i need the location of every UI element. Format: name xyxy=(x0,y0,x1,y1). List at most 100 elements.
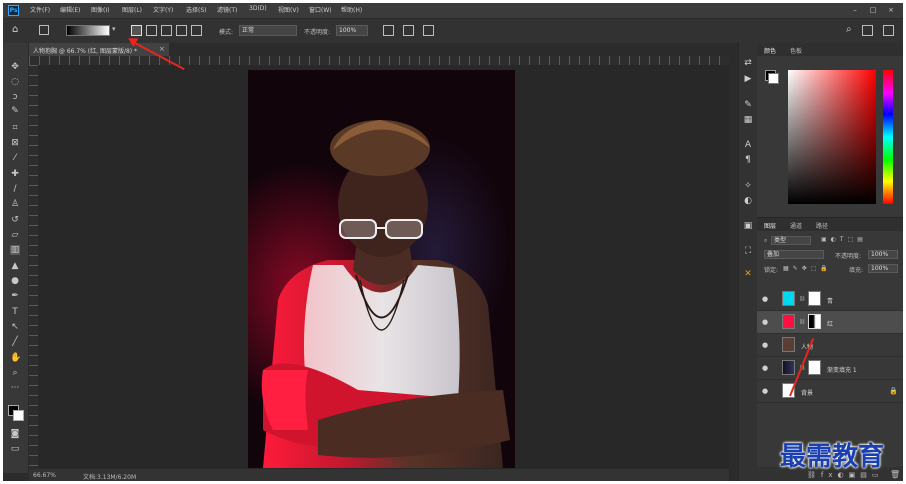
foreground-color-chip[interactable] xyxy=(768,73,779,84)
blend-mode-select[interactable]: 叠加 xyxy=(764,250,824,259)
layer-filter-icons[interactable]: ▣◐T⬚▤ xyxy=(821,236,867,243)
layer-mask-thumbnail[interactable] xyxy=(808,314,821,329)
gradient-picker[interactable] xyxy=(66,25,110,36)
zoom-level[interactable]: 66.67% xyxy=(33,472,56,479)
brush-tool-icon[interactable]: ∕ xyxy=(10,184,20,194)
hue-slider[interactable] xyxy=(883,70,893,204)
chevron-down-icon[interactable]: ▾ xyxy=(112,25,116,33)
brushes-panel-icon[interactable]: ▦ xyxy=(743,115,753,125)
hand-tool-icon[interactable]: ✋ xyxy=(10,353,21,363)
menu-view[interactable]: 视图(V) xyxy=(278,5,299,14)
mode-select[interactable]: 正常 xyxy=(239,25,297,36)
3d-panel-icon[interactable]: ⛶ xyxy=(743,246,753,256)
brush-settings-icon[interactable]: ✎ xyxy=(743,100,753,110)
chain-icon[interactable]: ⛓ xyxy=(799,296,805,302)
reflected-gradient-button[interactable] xyxy=(176,25,187,36)
fill-input[interactable]: 100% xyxy=(868,264,898,273)
menu-layer[interactable]: 图层(L) xyxy=(122,5,142,14)
eraser-tool-icon[interactable]: ▱ xyxy=(10,230,20,240)
eyedropper-tool-icon[interactable]: ⁄ xyxy=(10,153,20,163)
lock-icon[interactable]: ▦✎✥⬚🔒 xyxy=(783,265,832,272)
menu-image[interactable]: 图像(I) xyxy=(91,5,109,14)
paragraph-panel-icon[interactable]: ¶ xyxy=(743,155,753,165)
gradient-tool-preset-icon[interactable] xyxy=(39,25,49,35)
pen-tool-icon[interactable]: ✒ xyxy=(10,291,20,301)
menu-edit[interactable]: 编辑(E) xyxy=(60,5,80,14)
trash-icon[interactable]: 🗑 xyxy=(890,470,900,479)
menu-help[interactable]: 帮助(H) xyxy=(341,5,362,14)
reverse-checkbox[interactable] xyxy=(383,25,394,36)
actions-panel-icon[interactable]: ▶ xyxy=(743,74,753,84)
color-field[interactable] xyxy=(788,70,876,204)
screen-mode-icon[interactable]: ▭ xyxy=(10,444,20,454)
lasso-tool-icon[interactable]: ↄ xyxy=(10,92,20,102)
menu-select[interactable]: 选择(S) xyxy=(186,5,207,14)
history-brush-tool-icon[interactable]: ↺ xyxy=(10,215,20,225)
properties-panel-icon[interactable]: ✧ xyxy=(743,181,753,191)
menu-window[interactable]: 窗口(W) xyxy=(309,5,332,14)
opacity-input[interactable]: 100% xyxy=(336,25,368,36)
tab-color[interactable]: 颜色 xyxy=(764,46,776,55)
search-icon[interactable]: ⌕ xyxy=(846,24,852,35)
canvas-area[interactable] xyxy=(38,65,729,469)
eye-icon[interactable]: ● xyxy=(762,318,768,326)
tab-paths[interactable]: 路径 xyxy=(816,221,828,230)
healing-brush-tool-icon[interactable]: ✚ xyxy=(10,169,20,179)
eye-icon[interactable]: ● xyxy=(762,295,768,303)
close-icon[interactable]: × xyxy=(887,6,895,14)
maximize-icon[interactable]: □ xyxy=(869,6,877,14)
libraries-panel-icon[interactable]: ▣ xyxy=(743,221,753,231)
home-icon[interactable]: ⌂ xyxy=(12,24,18,35)
dither-checkbox[interactable] xyxy=(403,25,414,36)
workspace-icon[interactable] xyxy=(862,25,873,36)
menu-3d[interactable]: 3D(D) xyxy=(249,5,267,12)
frame-tool-icon[interactable]: ⊠ xyxy=(10,138,20,148)
clone-stamp-tool-icon[interactable]: ♙ xyxy=(10,199,20,209)
diamond-gradient-button[interactable] xyxy=(191,25,202,36)
type-tool-icon[interactable]: T xyxy=(10,307,20,317)
layer-mask-thumbnail[interactable] xyxy=(808,291,821,306)
path-selection-tool-icon[interactable]: ↖ xyxy=(10,322,20,332)
marquee-tool-icon[interactable]: ◌ xyxy=(10,77,20,87)
layer-row-selected[interactable]: ● ⛓ 红 xyxy=(757,311,903,334)
layer-opacity-input[interactable]: 100% xyxy=(868,250,898,259)
close-icon[interactable]: × xyxy=(159,45,165,53)
tab-channels[interactable]: 通道 xyxy=(790,221,802,230)
line-tool-icon[interactable]: ╱ xyxy=(10,337,20,347)
quick-select-tool-icon[interactable]: ✎ xyxy=(10,106,20,116)
character-panel-icon[interactable]: A xyxy=(743,140,753,150)
more-tools-icon[interactable]: ··· xyxy=(10,383,20,393)
document-image[interactable] xyxy=(248,70,515,468)
menu-type[interactable]: 文字(Y) xyxy=(153,5,173,14)
zoom-tool-icon[interactable]: ⌕ xyxy=(10,368,20,378)
blur-tool-icon[interactable]: ▲ xyxy=(10,261,20,271)
eye-icon[interactable]: ● xyxy=(762,364,768,372)
transparency-checkbox[interactable] xyxy=(423,25,434,36)
tools-cross-icon[interactable]: ✕ xyxy=(743,269,753,279)
radial-gradient-button[interactable] xyxy=(146,25,157,36)
tab-layers[interactable]: 图层 xyxy=(764,221,776,230)
menu-filter[interactable]: 滤镜(T) xyxy=(217,5,237,14)
tab-swatches[interactable]: 色板 xyxy=(790,46,802,55)
chain-icon[interactable]: ⛓ xyxy=(799,319,805,325)
layer-row[interactable]: ● ⛓ 渐变填充 1 xyxy=(757,357,903,380)
layer-row[interactable]: ● 人物 xyxy=(757,334,903,357)
dodge-tool-icon[interactable]: ● xyxy=(10,276,20,286)
share-icon[interactable] xyxy=(883,25,894,36)
layer-mask-thumbnail[interactable] xyxy=(808,360,821,375)
layer-filter-select[interactable]: 类型 xyxy=(771,236,811,245)
background-color-swatch[interactable] xyxy=(13,410,24,421)
gradient-tool-icon[interactable]: ▥ xyxy=(10,245,20,255)
move-tool-icon[interactable]: ✥ xyxy=(10,62,20,72)
angle-gradient-button[interactable] xyxy=(161,25,172,36)
quick-mask-icon[interactable]: ◙ xyxy=(10,429,20,439)
minimize-icon[interactable]: – xyxy=(851,6,859,14)
history-panel-icon[interactable]: ⇄ xyxy=(743,58,753,68)
layer-row[interactable]: ● ⛓ 青 xyxy=(757,288,903,311)
eye-icon[interactable]: ● xyxy=(762,387,768,395)
layer-row[interactable]: ● 背景 🔒 xyxy=(757,380,903,403)
menu-file[interactable]: 文件(F) xyxy=(30,5,50,14)
crop-tool-icon[interactable]: ⌗ xyxy=(10,123,20,133)
adjustments-panel-icon[interactable]: ◐ xyxy=(743,196,753,206)
eye-icon[interactable]: ● xyxy=(762,341,768,349)
